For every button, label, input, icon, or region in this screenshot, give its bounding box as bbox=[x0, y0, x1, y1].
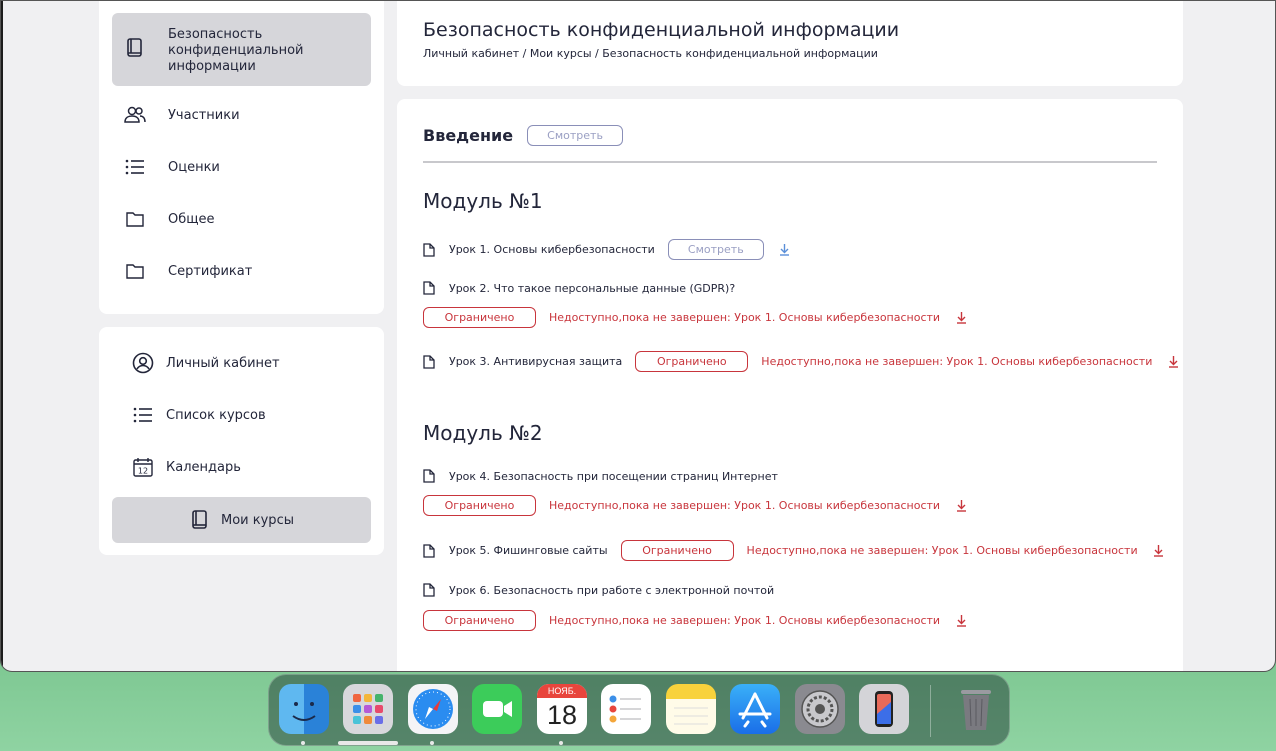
sidebar-item-course[interactable]: Безопасность конфиденциальной информации bbox=[112, 13, 371, 86]
sidebar-item-grades[interactable]: Оценки bbox=[112, 157, 371, 177]
lesson-title[interactable]: Урок 5. Фишинговые сайты bbox=[449, 544, 608, 557]
download-icon[interactable] bbox=[954, 614, 968, 628]
folder-icon bbox=[124, 208, 146, 230]
lesson-restriction: Ограничено Недоступно,пока не завершен: … bbox=[423, 307, 968, 328]
list-icon bbox=[132, 404, 154, 426]
calendar-app-icon[interactable]: НОЯБ. 18 bbox=[537, 684, 587, 734]
document-icon bbox=[423, 469, 437, 483]
module-title: Модуль №1 bbox=[423, 189, 543, 213]
lesson-row: Урок 4. Безопасность при посещении стран… bbox=[423, 469, 778, 483]
lesson-title[interactable]: Урок 2. Что такое персональные данные (G… bbox=[449, 282, 735, 295]
document-icon bbox=[423, 543, 437, 558]
system-settings-icon[interactable] bbox=[795, 684, 845, 734]
download-icon[interactable] bbox=[1166, 355, 1180, 369]
lesson-row: Урок 2. Что такое персональные данные (G… bbox=[423, 281, 735, 295]
finder-icon[interactable] bbox=[279, 684, 329, 734]
lesson-restriction: Ограничено Недоступно,пока не завершен: … bbox=[423, 495, 968, 516]
divider bbox=[423, 161, 1157, 163]
download-icon[interactable] bbox=[954, 311, 968, 325]
document-icon bbox=[423, 281, 437, 295]
calendar-month: НОЯБ. bbox=[537, 684, 587, 698]
launchpad-icon[interactable] bbox=[343, 684, 393, 734]
lesson-row: Урок 1. Основы кибербезопасности Смотрет… bbox=[423, 239, 792, 260]
document-icon bbox=[423, 354, 437, 369]
download-icon[interactable] bbox=[1152, 544, 1166, 558]
trash-icon[interactable] bbox=[951, 684, 1001, 734]
sidebar-item-label: Безопасность конфиденциальной информации bbox=[168, 27, 304, 74]
module-title: Модуль №2 bbox=[423, 421, 543, 445]
intro-section: Введение Смотреть bbox=[423, 125, 624, 146]
course-content: Введение Смотреть Модуль №1 Урок 1. Осно… bbox=[397, 99, 1183, 671]
lesson-row: Урок 6. Безопасность при работе с электр… bbox=[423, 583, 774, 597]
running-indicator bbox=[301, 741, 305, 745]
download-icon[interactable] bbox=[954, 499, 968, 513]
calendar-day: 18 bbox=[546, 700, 578, 730]
app-store-icon[interactable] bbox=[730, 684, 780, 734]
document-icon bbox=[423, 242, 437, 257]
folder-icon bbox=[124, 260, 146, 282]
running-indicator bbox=[430, 741, 434, 745]
course-sidebar: Безопасность конфиденциальной информации… bbox=[99, 1, 384, 314]
users-icon bbox=[124, 104, 146, 126]
lesson-row: Урок 3. Антивирусная защита Ограничено Н… bbox=[423, 351, 1180, 372]
restricted-button[interactable]: Ограничено bbox=[423, 495, 536, 516]
calendar-icon: 12 bbox=[132, 456, 154, 478]
intro-view-button[interactable]: Смотреть bbox=[527, 125, 624, 146]
lesson-row: Урок 5. Фишинговые сайты Ограничено Недо… bbox=[423, 540, 1166, 561]
page-title: Безопасность конфиденциальной информации bbox=[423, 19, 900, 41]
restriction-warning: Недоступно,пока не завершен: Урок 1. Осн… bbox=[549, 614, 941, 627]
lesson-title[interactable]: Урок 6. Безопасность при работе с электр… bbox=[449, 584, 774, 597]
restriction-warning: Недоступно,пока не завершен: Урок 1. Осн… bbox=[746, 544, 1138, 557]
breadcrumb[interactable]: Личный кабинет / Мои курсы / Безопасност… bbox=[423, 47, 878, 60]
nav-course-list[interactable]: Список курсов bbox=[112, 404, 371, 426]
calendar-day: 12 bbox=[138, 467, 148, 476]
running-indicator bbox=[559, 741, 563, 745]
sidebar-item-label: Общее bbox=[168, 211, 215, 227]
macos-dock: НОЯБ. 18 bbox=[268, 674, 1010, 746]
reminders-icon[interactable] bbox=[601, 684, 651, 734]
page-header: Безопасность конфиденциальной информации… bbox=[397, 1, 1183, 86]
running-indicator bbox=[338, 741, 398, 745]
lesson-title[interactable]: Урок 4. Безопасность при посещении стран… bbox=[449, 470, 778, 483]
document-icon bbox=[423, 583, 437, 597]
sidebar-item-label: Участники bbox=[168, 107, 240, 123]
nav-label: Личный кабинет bbox=[166, 355, 280, 371]
restriction-warning: Недоступно,пока не завершен: Урок 1. Осн… bbox=[549, 311, 941, 324]
nav-label: Список курсов bbox=[166, 407, 266, 423]
book-icon bbox=[189, 509, 211, 531]
restriction-warning: Недоступно,пока не завершен: Урок 1. Осн… bbox=[549, 499, 941, 512]
lesson-title[interactable]: Урок 3. Антивирусная защита bbox=[449, 355, 622, 368]
browser-window: Безопасность конфиденциальной информации… bbox=[0, 0, 1276, 672]
safari-icon[interactable] bbox=[408, 684, 458, 734]
facetime-icon[interactable] bbox=[472, 684, 522, 734]
restricted-button[interactable]: Ограничено bbox=[423, 610, 536, 631]
nav-my-courses[interactable]: Мои курсы bbox=[112, 497, 371, 543]
sidebar-item-label: Оценки bbox=[168, 159, 220, 175]
nav-personal-account[interactable]: Личный кабинет bbox=[112, 352, 371, 374]
sidebar-item-participants[interactable]: Участники bbox=[112, 105, 371, 125]
nav-label: Календарь bbox=[166, 459, 241, 475]
sidebar-item-certificate[interactable]: Сертификат bbox=[112, 261, 371, 281]
iphone-mirroring-icon[interactable] bbox=[859, 684, 909, 734]
main-navigation: Личный кабинет Список курсов 12 Календар… bbox=[99, 327, 384, 555]
download-icon[interactable] bbox=[778, 243, 792, 257]
user-circle-icon bbox=[132, 352, 154, 374]
dock-separator bbox=[930, 685, 931, 737]
notes-icon[interactable] bbox=[666, 684, 716, 734]
restriction-warning: Недоступно,пока не завершен: Урок 1. Осн… bbox=[761, 355, 1153, 368]
lesson-restriction: Ограничено Недоступно,пока не завершен: … bbox=[423, 610, 968, 631]
intro-title: Введение bbox=[423, 126, 514, 145]
window-edge bbox=[1, 1, 3, 671]
lesson-view-button[interactable]: Смотреть bbox=[667, 239, 764, 260]
list-icon bbox=[124, 156, 146, 178]
restricted-button[interactable]: Ограничено bbox=[620, 540, 734, 561]
nav-calendar[interactable]: 12 Календарь bbox=[112, 456, 371, 478]
sidebar-item-general[interactable]: Общее bbox=[112, 209, 371, 229]
restricted-button[interactable]: Ограничено bbox=[635, 351, 749, 372]
sidebar-item-label: Сертификат bbox=[168, 263, 253, 279]
nav-label: Мои курсы bbox=[221, 512, 294, 528]
book-icon bbox=[124, 37, 146, 59]
restricted-button[interactable]: Ограничено bbox=[423, 307, 536, 328]
lesson-title[interactable]: Урок 1. Основы кибербезопасности bbox=[449, 243, 655, 256]
